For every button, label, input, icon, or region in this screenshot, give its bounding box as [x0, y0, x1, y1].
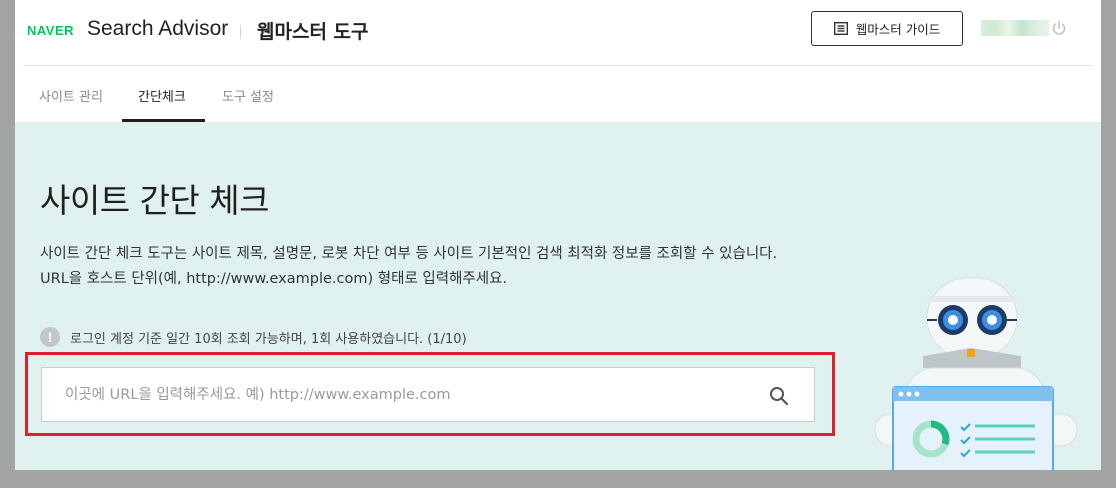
info-icon: !: [40, 327, 60, 347]
guide-button-label: 웹마스터 가이드: [855, 22, 941, 37]
description: 사이트 간단 체크 도구는 사이트 제목, 설명문, 로봇 차단 여부 등 사이…: [40, 242, 840, 292]
app-window: NAVER Search Advisor 웹마스터 도구 웹마스터 가이드 사이…: [15, 0, 1101, 470]
title-divider: [240, 25, 241, 39]
tool-name[interactable]: 웹마스터 도구: [257, 17, 369, 44]
url-input[interactable]: [42, 368, 752, 421]
book-icon: [833, 22, 848, 35]
description-line-2: URL을 호스트 단위(예, http://www.example.com) 형…: [40, 271, 508, 287]
tab-bar: 사이트 관리 간단체크 도구 설정: [15, 66, 1101, 122]
page-title: 사이트 간단 체크: [40, 181, 270, 220]
power-icon[interactable]: [1051, 20, 1067, 36]
description-line-1: 사이트 간단 체크 도구는 사이트 제목, 설명문, 로봇 차단 여부 등 사이…: [40, 246, 778, 262]
usage-notice-text: 로그인 계정 기준 일간 10회 조회 가능하며, 1회 사용하였습니다. (1…: [70, 331, 467, 347]
url-search-box: [41, 367, 815, 422]
robot-illustration: [874, 277, 1078, 470]
tab-tool-settings[interactable]: 도구 설정: [222, 86, 274, 105]
user-account-blurred[interactable]: [981, 20, 1049, 36]
product-name[interactable]: Search Advisor: [87, 17, 228, 41]
header: NAVER Search Advisor 웹마스터 도구 웹마스터 가이드: [15, 0, 1101, 66]
naver-logo[interactable]: NAVER: [27, 23, 74, 38]
webmaster-guide-button[interactable]: 웹마스터 가이드: [811, 11, 963, 46]
usage-notice: ! 로그인 계정 기준 일간 10회 조회 가능하며, 1회 사용하였습니다. …: [40, 327, 467, 347]
main-content: 사이트 간단 체크 사이트 간단 체크 도구는 사이트 제목, 설명문, 로봇 …: [15, 122, 1101, 470]
search-icon[interactable]: [768, 385, 790, 407]
tab-quick-check[interactable]: 간단체크: [138, 86, 186, 105]
tab-site-management[interactable]: 사이트 관리: [39, 86, 103, 105]
